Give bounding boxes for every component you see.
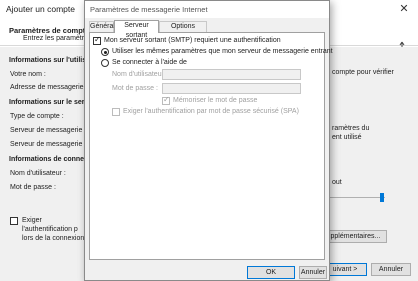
your-name-label: Votre nom : — [10, 71, 46, 78]
smtp-username-input[interactable] — [162, 69, 301, 80]
right-text-4: out — [332, 179, 342, 186]
email-label: Adresse de messagerie : — [10, 84, 88, 91]
tab-advanced-options[interactable]: Options avancées — [159, 21, 207, 40]
right-text-2: ramètres du — [332, 125, 370, 132]
dialog-title: Paramètres de messagerie Internet — [90, 5, 208, 14]
username-label: Nom d'utilisateur : — [10, 170, 66, 177]
wizard-spa-checkbox[interactable] — [10, 217, 18, 225]
tab-general[interactable]: Général — [89, 21, 115, 32]
wizard-spa-label: Exiger l'authentification p lors de la c… — [22, 216, 92, 243]
dialog-cancel-button[interactable]: Annuler — [299, 266, 327, 279]
password-label: Mot de passe : — [10, 184, 56, 191]
slider-track — [330, 197, 385, 198]
account-type-label: Type de compte : — [10, 113, 64, 120]
slider-thumb[interactable] — [380, 193, 384, 202]
connect-with-label[interactable]: Se connecter à l'aide de — [112, 59, 187, 66]
use-same-settings-radio[interactable] — [101, 48, 109, 56]
spa-label[interactable]: Exiger l'authentification par mot de pas… — [123, 108, 299, 115]
wizard-spa-line-1: Exiger l'authentification p — [22, 217, 78, 233]
spa-checkbox[interactable] — [112, 108, 120, 116]
wizard-spa-line-2: lors de la connexion — [22, 235, 85, 242]
outgoing-server-panel: Mon serveur sortant (SMTP) requiert une … — [89, 32, 333, 260]
remember-password-label[interactable]: Mémoriser le mot de passe — [173, 97, 257, 104]
right-text-3: ent utilisé — [332, 134, 362, 141]
remember-password-checkbox[interactable] — [162, 95, 170, 105]
smtp-password-label: Mot de passe : — [112, 85, 158, 92]
dialog-titlebar: Paramètres de messagerie Internet — [85, 1, 329, 18]
user-info-heading: Informations sur l'utilisat — [9, 57, 93, 64]
right-text-1: compte pour vérifier — [332, 69, 394, 76]
login-info-heading: Informations de connexio — [9, 156, 95, 163]
internet-mail-settings-dialog: Paramètres de messagerie Internet Généra… — [84, 0, 333, 281]
close-icon[interactable]: ✕ — [392, 1, 416, 18]
tab-outgoing-server[interactable]: Serveur sortant — [114, 20, 159, 39]
smtp-password-input[interactable] — [162, 83, 301, 94]
connect-with-radio[interactable] — [101, 59, 109, 67]
ok-button[interactable]: OK — [247, 266, 295, 279]
requires-auth-checkbox[interactable] — [93, 35, 101, 45]
wizard-cancel-button[interactable]: Annuler — [371, 263, 411, 276]
smtp-username-label: Nom d'utilisateur : — [112, 71, 168, 78]
use-same-settings-label[interactable]: Utiliser les mêmes paramètres que mon se… — [112, 48, 333, 55]
wizard-title: Ajouter un compte — [6, 4, 75, 14]
